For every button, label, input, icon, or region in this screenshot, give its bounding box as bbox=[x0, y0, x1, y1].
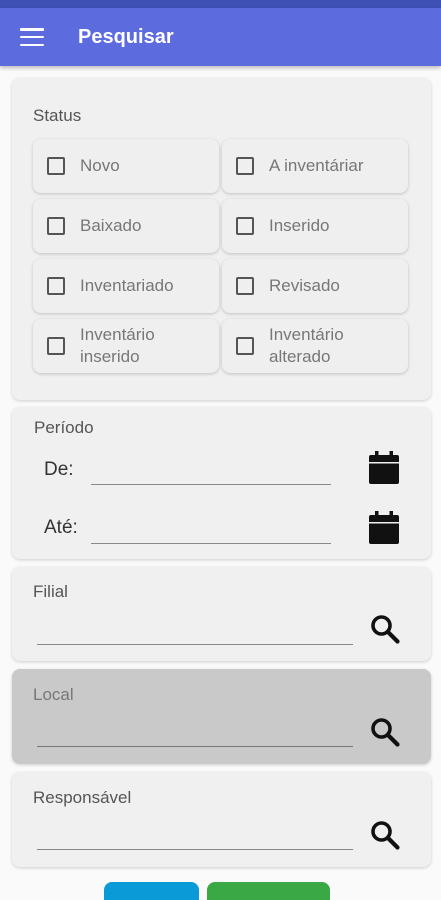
checkbox-box[interactable] bbox=[236, 217, 254, 235]
responsavel-input[interactable] bbox=[37, 820, 353, 850]
ate-label: Até: bbox=[44, 517, 78, 538]
responsavel-label: Responsável bbox=[33, 788, 132, 807]
responsavel-card: Responsável bbox=[12, 772, 431, 867]
calendar-icon[interactable] bbox=[369, 451, 399, 484]
status-bar bbox=[0, 0, 441, 8]
checkbox-label: Baixado bbox=[80, 216, 142, 235]
checkbox-label: Inventário inserido bbox=[80, 325, 155, 366]
checkbox-box[interactable] bbox=[236, 337, 254, 355]
checkbox-box[interactable] bbox=[236, 277, 254, 295]
checkbox-box[interactable] bbox=[236, 157, 254, 175]
menu-icon[interactable] bbox=[20, 28, 44, 46]
status-card: Status Novo A inventáriar Baixado Inseri… bbox=[12, 78, 431, 400]
periodo-label: Período bbox=[34, 418, 94, 437]
checkbox-inserido[interactable]: Inserido bbox=[222, 199, 408, 253]
checkbox-label: Novo bbox=[80, 156, 120, 175]
blue-action-button[interactable] bbox=[104, 882, 199, 900]
app-bar: Pesquisar bbox=[0, 8, 441, 66]
checkbox-box[interactable] bbox=[47, 337, 65, 355]
calendar-icon[interactable] bbox=[369, 511, 399, 544]
filial-card: Filial bbox=[12, 567, 431, 661]
green-action-button[interactable] bbox=[207, 882, 330, 900]
checkbox-inventario-alterado[interactable]: Inventário alterado bbox=[222, 319, 408, 373]
checkbox-inventario-inserido[interactable]: Inventário inserido bbox=[33, 319, 219, 373]
status-label: Status bbox=[33, 106, 82, 125]
checkbox-a-inventariar[interactable]: A inventáriar bbox=[222, 139, 408, 193]
local-label: Local bbox=[33, 685, 74, 704]
checkbox-label: Inserido bbox=[269, 216, 330, 235]
checkbox-label: A inventáriar bbox=[269, 156, 364, 175]
checkbox-baixado[interactable]: Baixado bbox=[33, 199, 219, 253]
local-card: Local bbox=[12, 669, 431, 764]
checkbox-label: Inventariado bbox=[80, 276, 174, 295]
checkbox-label: Revisado bbox=[269, 276, 340, 295]
de-label: De: bbox=[44, 459, 74, 480]
page-title: Pesquisar bbox=[78, 25, 174, 48]
search-icon[interactable] bbox=[369, 819, 401, 851]
filial-input[interactable] bbox=[37, 615, 353, 645]
de-date-input[interactable] bbox=[91, 455, 331, 485]
checkbox-box[interactable] bbox=[47, 217, 65, 235]
search-icon[interactable] bbox=[369, 613, 401, 645]
periodo-card: Período De: Até: bbox=[12, 407, 431, 559]
checkbox-novo[interactable]: Novo bbox=[33, 139, 219, 193]
checkbox-box[interactable] bbox=[47, 277, 65, 295]
local-input[interactable] bbox=[37, 717, 353, 747]
ate-date-input[interactable] bbox=[91, 514, 331, 544]
checkbox-label: Inventário alterado bbox=[269, 325, 344, 366]
checkbox-inventariado[interactable]: Inventariado bbox=[33, 259, 219, 313]
filial-label: Filial bbox=[33, 582, 68, 601]
checkbox-revisado[interactable]: Revisado bbox=[222, 259, 408, 313]
search-icon[interactable] bbox=[369, 716, 401, 748]
checkbox-box[interactable] bbox=[47, 157, 65, 175]
